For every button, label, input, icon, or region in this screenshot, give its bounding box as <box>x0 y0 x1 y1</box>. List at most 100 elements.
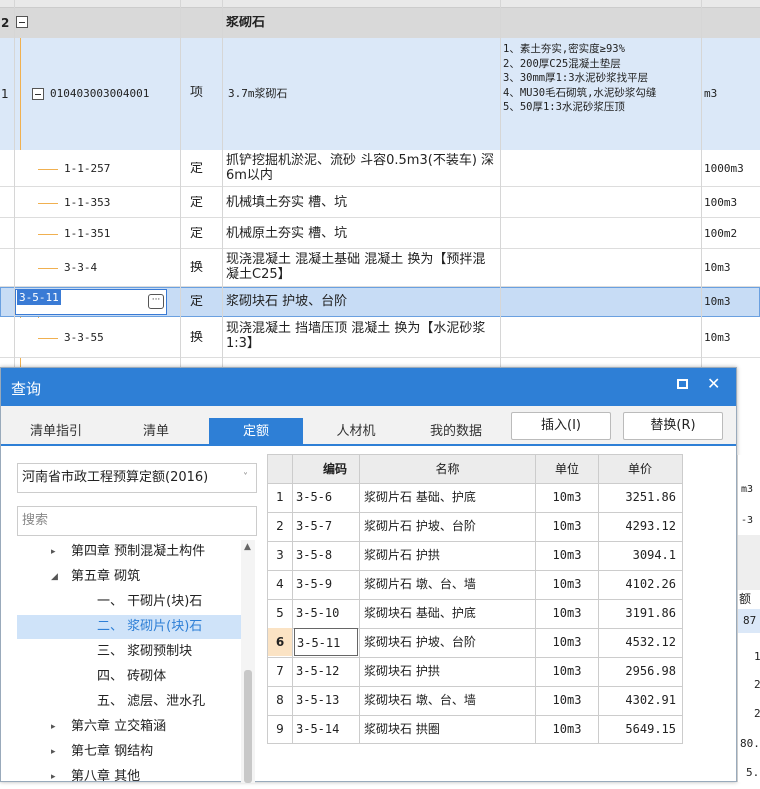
group-row-num: 2 <box>1 16 10 30</box>
tree-item-label: 第六章 立交箱涵 <box>71 719 167 734</box>
quota-code: 3-5-13 <box>296 693 340 707</box>
tree-item-label: 第四章 预制混凝土构件 <box>71 544 206 559</box>
expand-arrow-icon[interactable]: ▸ <box>51 765 56 789</box>
peek-text: 80. <box>740 737 760 750</box>
tree-item-label: 第七章 钢结构 <box>71 744 154 759</box>
collapse-icon[interactable] <box>32 88 44 100</box>
col-header-price: 单价 <box>627 462 652 476</box>
col-header-name: 名称 <box>435 462 460 476</box>
row-type: 定 <box>190 295 204 309</box>
tree-section-item[interactable]: 四、 砖砌体 <box>17 665 241 689</box>
expand-arrow-icon[interactable]: ▸ <box>51 715 56 739</box>
row-type: 定 <box>190 226 204 241</box>
column-divider <box>500 0 501 370</box>
quota-price: 4302.91 <box>625 693 676 707</box>
item-name: 3.7m浆砌石 <box>228 87 288 100</box>
tree-item-label: 第五章 砌筑 <box>71 569 141 584</box>
row-name: 机械填土夯实 槽、坑 <box>226 194 348 210</box>
group-row-name: 浆砌石 <box>226 16 266 30</box>
row-unit: 10m3 <box>704 331 731 344</box>
quota-name: 浆砌片石 基础、护底 <box>364 490 476 504</box>
chapter-tree: ▸ 第四章 预制混凝土构件 ◢ 第五章 砌筑一、 干砌片(块)石 二、 浆砌片(块)石三… <box>17 540 257 784</box>
tree-section-item[interactable]: 三、 浆砌预制块 <box>17 640 241 664</box>
tree-section-item[interactable]: 二、 浆砌片(块)石 <box>17 615 241 639</box>
tree-chapter-item[interactable]: ▸ 第四章 预制混凝土构件 <box>17 540 241 564</box>
quota-unit: 10m3 <box>552 606 582 620</box>
row-number: 2 <box>276 519 284 533</box>
tree-chapter-item[interactable]: ▸ 第六章 立交箱涵 <box>17 715 241 739</box>
tab-my-data[interactable]: 我的数据 <box>409 418 503 446</box>
quota-price: 4102.26 <box>625 577 676 591</box>
close-icon[interactable]: ✕ <box>707 374 720 393</box>
tree-branch <box>38 168 58 170</box>
quota-price: 5649.15 <box>625 722 676 736</box>
quota-unit: 10m3 <box>552 577 582 591</box>
tree-item-label: 三、 浆砌预制块 <box>97 644 193 659</box>
peek-text: 5. <box>746 766 760 779</box>
insert-button[interactable]: 插入(I) <box>511 412 611 440</box>
tree-chapter-item[interactable]: ▸ 第八章 其他 <box>17 765 241 789</box>
item-unit: m3 <box>704 87 718 100</box>
scroll-thumb[interactable] <box>244 670 252 783</box>
quota-select[interactable]: 河南省市政工程预算定额(2016) ˅ <box>17 463 257 493</box>
row-unit: 10m3 <box>704 295 731 308</box>
row-number: 9 <box>276 722 284 736</box>
tree-branch <box>38 202 58 204</box>
column-divider <box>359 455 360 744</box>
tree-chapter-item[interactable]: ◢ 第五章 砌筑 <box>17 565 241 589</box>
group-row[interactable] <box>0 8 760 38</box>
quota-name: 浆砌块石 基础、护底 <box>364 606 476 620</box>
dialog-titlebar: 查询 ✕ <box>1 368 736 406</box>
quota-unit: 10m3 <box>552 722 582 736</box>
expand-arrow-icon[interactable]: ▸ <box>51 540 56 564</box>
row-code: 3-3-4 <box>64 261 98 274</box>
scroll-up-icon[interactable]: ▲ <box>244 542 251 552</box>
tree-section-item[interactable]: 一、 干砌片(块)石 <box>17 590 241 614</box>
quota-unit: 10m3 <box>552 635 582 649</box>
tab-quota[interactable]: 定额 <box>209 418 303 446</box>
tree-section-item[interactable]: 五、 滤层、泄水孔 <box>17 690 241 714</box>
item-type: 项 <box>190 86 204 100</box>
code-edit-value: 3-5-11 <box>17 290 61 305</box>
tree-item-label: 五、 滤层、泄水孔 <box>97 694 206 709</box>
ellipsis-button[interactable]: ··· <box>148 294 164 309</box>
collapse-arrow-icon[interactable]: ◢ <box>51 565 58 589</box>
maximize-icon[interactable] <box>677 379 688 389</box>
tab-materials[interactable]: 人材机 <box>309 418 403 446</box>
quota-select-value: 河南省市政工程预算定额(2016) <box>22 470 209 485</box>
expand-arrow-icon[interactable]: ▸ <box>51 740 56 764</box>
col-header-unit: 单位 <box>554 462 579 476</box>
quota-price: 3251.86 <box>625 490 676 504</box>
row-unit: 1000m3 <box>704 161 744 175</box>
tree-chapter-item[interactable]: ▸ 第七章 钢结构 <box>17 740 241 764</box>
tree-scrollbar[interactable]: ▲ <box>241 540 255 783</box>
tree-item-label: 二、 浆砌片(块)石 <box>97 619 203 634</box>
tree-branch <box>38 338 58 339</box>
row-number: 8 <box>276 693 284 707</box>
dialog-title: 查询 <box>11 380 42 398</box>
tree-item-label: 一、 干砌片(块)石 <box>97 594 203 609</box>
tree-branch <box>38 268 58 269</box>
col-header-code: 编码 <box>322 462 347 476</box>
column-divider <box>598 455 599 744</box>
row-code: 1-1-353 <box>64 195 111 209</box>
collapse-icon[interactable] <box>16 16 28 28</box>
column-divider <box>222 0 223 370</box>
column-divider <box>14 0 15 370</box>
row-name: 浆砌块石 护坡、台阶 <box>226 294 348 309</box>
column-divider <box>701 0 702 370</box>
quota-price: 2956.98 <box>625 664 676 678</box>
replace-button[interactable]: 替换(R) <box>623 412 723 440</box>
tab-list-guide[interactable]: 清单指引 <box>9 418 103 446</box>
quota-code: 3-5-10 <box>296 606 340 620</box>
column-divider <box>180 0 181 370</box>
quota-name: 浆砌块石 墩、台、墙 <box>364 693 476 707</box>
row-unit: 100m3 <box>704 195 738 209</box>
row-code: 3-3-55 <box>64 331 104 344</box>
row-unit: 10m3 <box>704 261 731 274</box>
row-type: 定 <box>190 161 204 176</box>
row-number: 6 <box>268 628 292 656</box>
tab-list[interactable]: 清单 <box>109 418 203 446</box>
search-input[interactable]: 搜索 <box>17 506 257 536</box>
item-row-num: 1 <box>1 87 9 101</box>
